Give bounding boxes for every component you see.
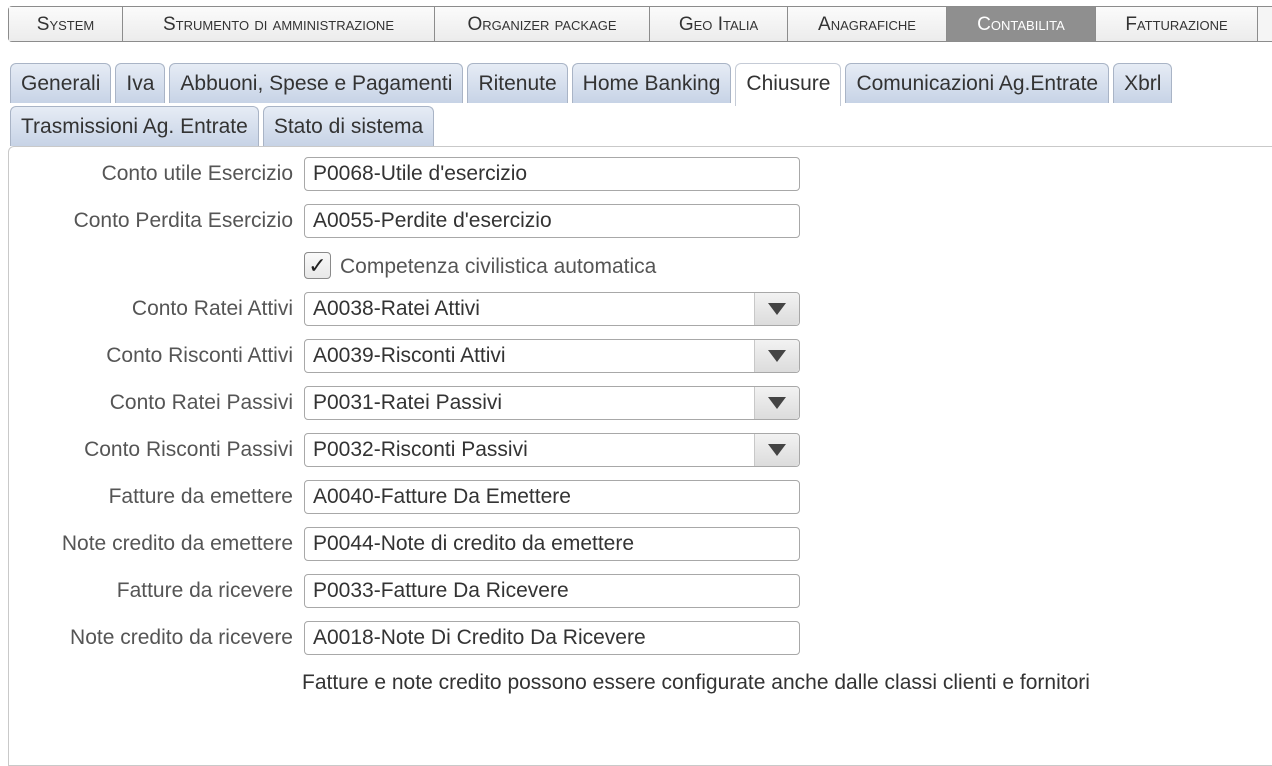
note-emettere-field[interactable]: [304, 527, 800, 561]
label-note-ricevere: Note credito da ricevere: [70, 626, 293, 649]
menu-fatturazione[interactable]: Fatturazione: [1096, 7, 1258, 41]
tab-iva[interactable]: Iva: [115, 63, 166, 103]
menu-contabilita[interactable]: Contabilita: [947, 7, 1096, 41]
tab-abbuoni-spese-pagamenti[interactable]: Abbuoni, Spese e Pagamenti: [169, 63, 464, 103]
ratei-attivi-select[interactable]: A0038-Ratei Attivi: [304, 292, 800, 326]
top-menu-bar: System Strumento di amministrazione Orga…: [8, 6, 1272, 42]
tab-stato-di-sistema[interactable]: Stato di sistema: [262, 106, 435, 146]
label-fatture-emettere: Fatture da emettere: [108, 485, 293, 508]
label-note-emettere: Note credito da emettere: [61, 532, 293, 555]
label-conto-perdita: Conto Perdita Esercizio: [73, 209, 293, 232]
competenza-checkbox[interactable]: ✓: [304, 252, 331, 279]
label-ratei-attivi: Conto Ratei Attivi: [131, 297, 293, 320]
label-risconti-attivi: Conto Risconti Attivi: [106, 344, 293, 367]
risconti-passivi-select[interactable]: P0032-Risconti Passivi: [304, 433, 800, 467]
label-competenza: Competenza civilistica automatica: [340, 255, 657, 278]
menu-organizer-package[interactable]: Organizer package: [435, 7, 650, 41]
tab-trasmissioni-ag-entrate[interactable]: Trasmissioni Ag. Entrate: [10, 106, 259, 146]
menu-geo-italia[interactable]: Geo Italia: [650, 7, 788, 41]
risconti-attivi-select[interactable]: A0039-Risconti Attivi: [304, 339, 800, 373]
risconti-attivi-value: A0039-Risconti Attivi: [313, 344, 506, 367]
tab-generali[interactable]: Generali: [10, 63, 112, 103]
tab-comunicazioni-ag-entrate[interactable]: Comunicazioni Ag.Entrate: [845, 63, 1110, 103]
ratei-attivi-value: A0038-Ratei Attivi: [313, 297, 480, 320]
chevron-down-icon[interactable]: [754, 293, 799, 325]
checkmark-icon: ✓: [308, 252, 327, 278]
menu-system[interactable]: System: [9, 7, 123, 41]
ratei-passivi-select[interactable]: P0031-Ratei Passivi: [304, 386, 800, 420]
label-fatture-ricevere: Fatture da ricevere: [116, 579, 293, 602]
tab-chiusure[interactable]: Chiusure: [735, 63, 842, 106]
menu-strumento-amministrazione[interactable]: Strumento di amministrazione: [123, 7, 435, 41]
conto-perdita-field[interactable]: [304, 204, 800, 238]
tab-xbrl[interactable]: Xbrl: [1113, 63, 1173, 103]
fatture-ricevere-field[interactable]: [304, 574, 800, 608]
label-ratei-passivi: Conto Ratei Passivi: [109, 391, 293, 414]
label-risconti-passivi: Conto Risconti Passivi: [84, 438, 293, 461]
fatture-emettere-field[interactable]: [304, 480, 800, 514]
chevron-down-icon[interactable]: [754, 340, 799, 372]
chevron-down-icon[interactable]: [754, 387, 799, 419]
risconti-passivi-value: P0032-Risconti Passivi: [313, 438, 528, 461]
tab-ritenute[interactable]: Ritenute: [467, 63, 568, 103]
tab-row-2: Trasmissioni Ag. Entrate Stato di sistem…: [10, 106, 438, 146]
label-conto-utile: Conto utile Esercizio: [101, 162, 293, 185]
chevron-down-icon[interactable]: [754, 434, 799, 466]
tab-row-1: Generali Iva Abbuoni, Spese e Pagamenti …: [10, 63, 1176, 106]
tab-home-banking[interactable]: Home Banking: [571, 63, 732, 103]
note-ricevere-field[interactable]: [304, 621, 800, 655]
ratei-passivi-value: P0031-Ratei Passivi: [313, 391, 503, 414]
info-note: Fatture e note credito possono essere co…: [302, 671, 1090, 694]
menu-anagrafiche[interactable]: Anagrafiche: [788, 7, 947, 41]
conto-utile-field[interactable]: [304, 157, 800, 191]
